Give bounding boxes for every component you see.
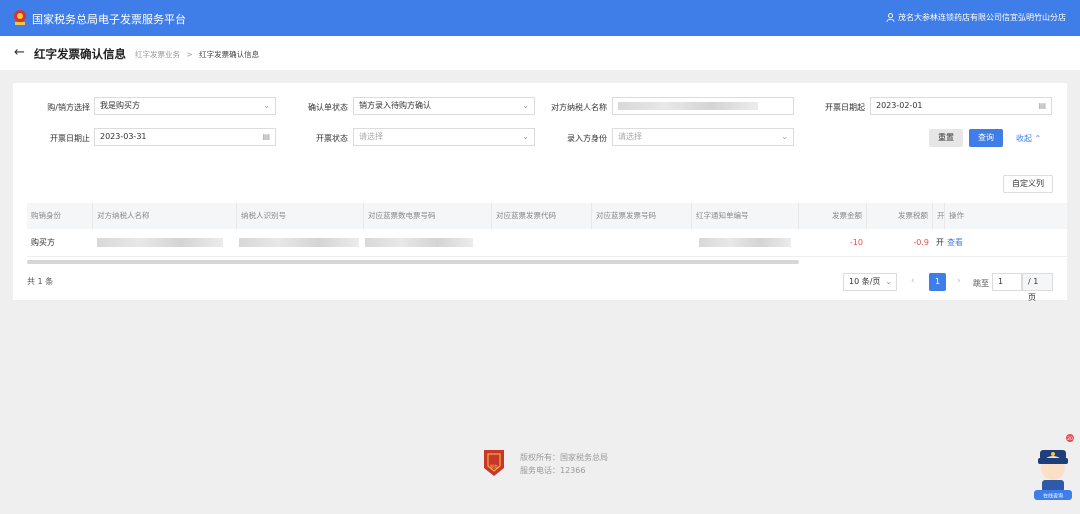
goto-page-input[interactable]: 1 [992, 273, 1022, 291]
redacted-value [618, 101, 758, 110]
chevron-up-icon: ⌃ [1034, 134, 1042, 143]
search-button[interactable]: 查询 [969, 129, 1003, 147]
cell-taxpayer-id [239, 229, 359, 257]
date-end-label: 开票日期止 [50, 134, 90, 143]
cell-tax: -0.9 [913, 238, 929, 247]
buyer-seller-label: 购/销方选择 [47, 103, 90, 112]
total-count: 共 1 条 [27, 277, 54, 286]
goto-label: 跳至 [973, 279, 989, 288]
page-title: 红字发票确认信息 [34, 47, 126, 61]
column-header: 发票税额 [867, 203, 933, 229]
column-header: 对应蓝票数电票号码 [364, 203, 492, 229]
calendar-icon: ▤ [1038, 101, 1046, 110]
logo-text: 税务 [490, 463, 498, 469]
column-header: 对方纳税人名称 [93, 203, 237, 229]
user-icon [886, 13, 895, 22]
confirm-status-select[interactable]: 销方录入待购方确认 ⌄ [353, 97, 535, 115]
user-name: 茂名大参林连锁药店有限公司信宜弘明竹山分店 [898, 13, 1066, 22]
cell-amount: -10 [849, 238, 863, 247]
footer-phone: 服务电话：12366 [520, 466, 586, 475]
total-pages: / 1 页 [1022, 273, 1053, 302]
page-number-button[interactable]: 1 [929, 273, 946, 291]
date-start-label: 开票日期起 [825, 103, 865, 112]
horizontal-scrollbar[interactable] [27, 260, 799, 264]
column-header: 红字通知单编号 [692, 203, 799, 229]
assistant-mascot-icon[interactable]: 在线咨询 20 [1030, 434, 1076, 502]
view-link[interactable]: 查看 [947, 229, 963, 257]
column-header: 购销身份 [27, 203, 93, 229]
table-row: 购买方 -10 -0.9 开 查看 [27, 229, 1067, 257]
chevron-down-icon: ⌄ [781, 132, 788, 141]
tax-emblem-icon [14, 10, 26, 25]
column-header: 开 [933, 203, 945, 229]
entry-identity-label: 录入方身份 [567, 134, 607, 143]
user-info[interactable]: 茂名大参林连锁药店有限公司信宜弘明竹山分店 [886, 12, 1066, 23]
app-title: 国家税务总局电子发票服务平台 [32, 13, 186, 26]
column-header: 操作 [949, 211, 964, 220]
date-start-picker[interactable]: 2023-02-01 ▤ [870, 97, 1052, 115]
main-card: 购/销方选择 我是购买方 ⌄ 确认单状态 销方录入待购方确认 ⌄ 对方纳税人名称… [13, 83, 1067, 302]
breadcrumb: 红字发票业务 > 红字发票确认信息 [135, 49, 259, 60]
confirm-status-label: 确认单状态 [308, 103, 348, 112]
cell-status: 开 [936, 238, 944, 247]
page-header: ← 红字发票确认信息 红字发票业务 > 红字发票确认信息 [0, 36, 1080, 70]
notification-badge: 20 [1067, 436, 1073, 442]
buyer-seller-select[interactable]: 我是购买方 ⌄ [94, 97, 276, 115]
collapse-toggle[interactable]: 收起 ⌃ [1016, 133, 1041, 144]
prev-page-icon[interactable]: ‹ [911, 276, 915, 286]
tax-badge-logo: 税务 [484, 450, 504, 476]
date-end-picker[interactable]: 2023-03-31 ▤ [94, 128, 276, 146]
cell-digital-invoice-number [365, 229, 473, 257]
page-size-select[interactable]: 10 条/页 ⌄ [843, 273, 897, 291]
reset-button[interactable]: 重置 [929, 129, 963, 147]
invoice-status-select[interactable]: 请选择 ⌄ [353, 128, 535, 146]
cell-red-notice-number [699, 229, 791, 257]
breadcrumb-parent[interactable]: 红字发票业务 [135, 50, 180, 59]
breadcrumb-current: 红字发票确认信息 [199, 50, 260, 59]
cell-counterparty-name [97, 229, 223, 257]
back-arrow-icon[interactable]: ← [14, 45, 25, 60]
column-header: 对应蓝票发票代码 [492, 203, 592, 229]
column-header: 对应蓝票发票号码 [592, 203, 692, 229]
mascot-caption: 在线咨询 [1043, 493, 1063, 500]
counterparty-name-input[interactable] [612, 97, 794, 115]
entry-identity-select[interactable]: 请选择 ⌄ [612, 128, 794, 146]
cell-identity: 购买方 [31, 238, 55, 247]
custom-columns-button[interactable]: 自定义列 [1003, 175, 1053, 193]
column-header: 纳税人识别号 [237, 203, 364, 229]
top-bar: 国家税务总局电子发票服务平台 茂名大参林连锁药店有限公司信宜弘明竹山分店 [0, 0, 1080, 36]
table-header: 购销身份 对方纳税人名称 纳税人识别号 对应蓝票数电票号码 对应蓝票发票代码 对… [27, 203, 1067, 229]
invoice-status-label: 开票状态 [316, 134, 348, 143]
counterparty-name-label: 对方纳税人名称 [551, 103, 607, 112]
footer-copyright: 版权所有：国家税务总局 [520, 453, 608, 462]
column-header: 发票金额 [799, 203, 867, 229]
next-page-icon[interactable]: › [957, 276, 961, 286]
breadcrumb-separator: > [186, 50, 193, 59]
chevron-down-icon: ⌄ [885, 277, 892, 286]
